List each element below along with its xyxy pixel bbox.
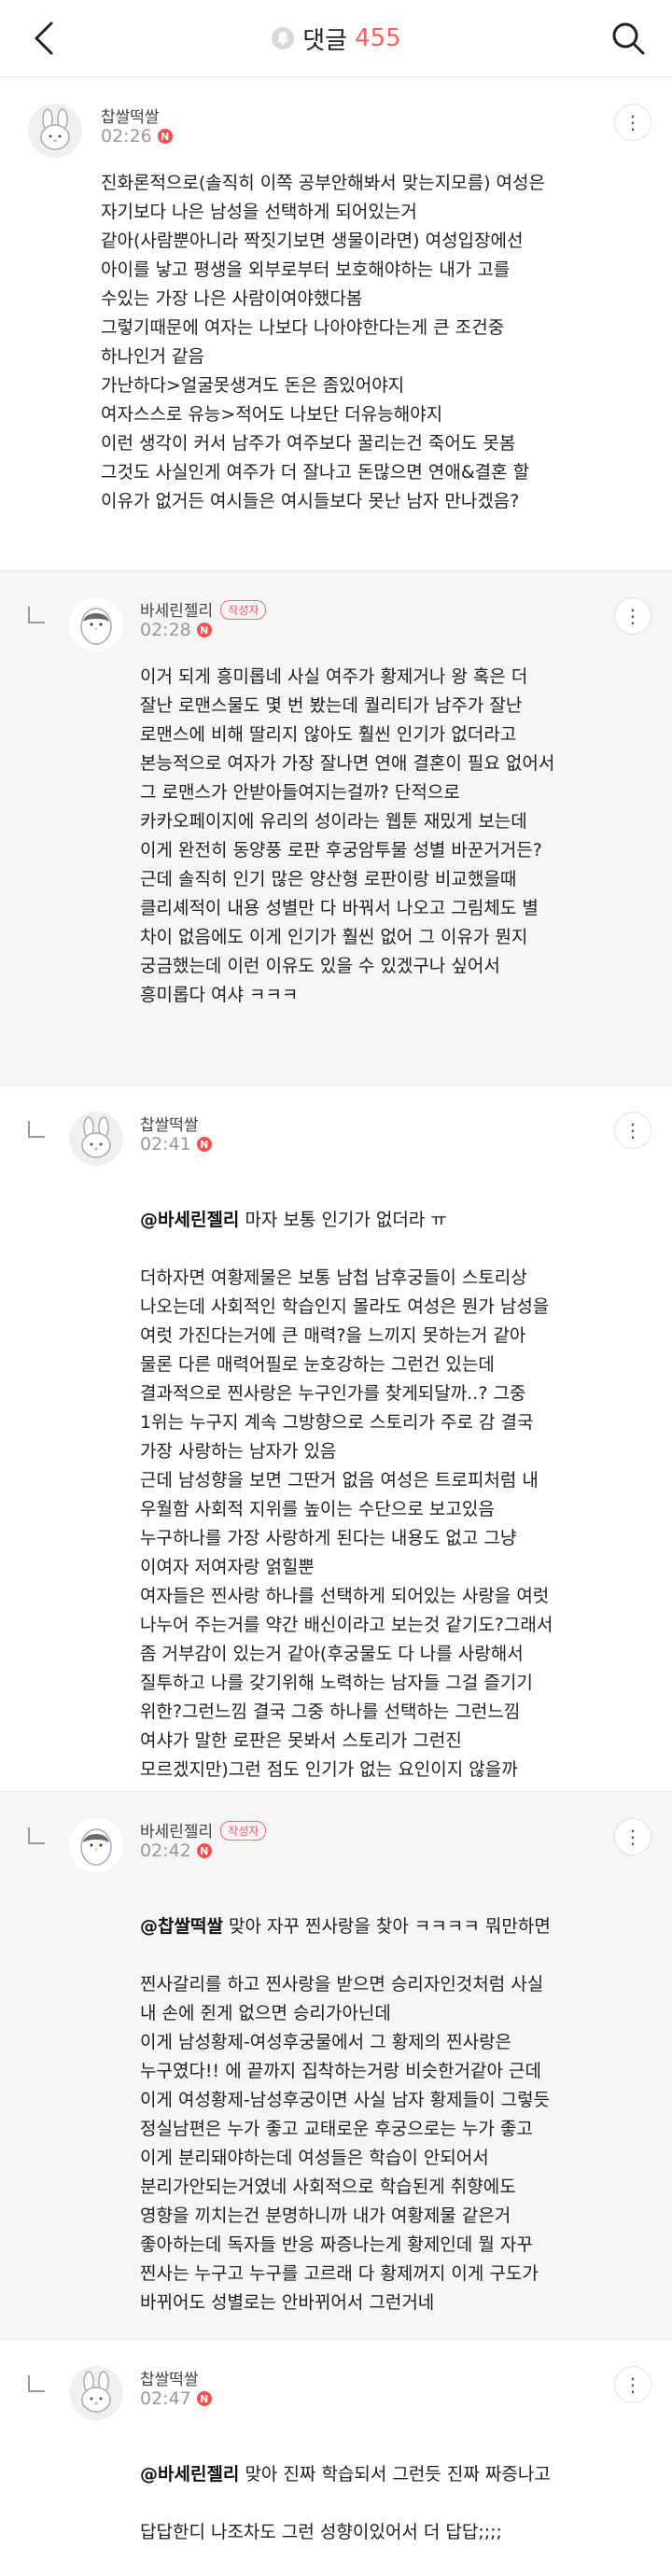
penguin-avatar-icon [80,608,112,645]
avatar[interactable] [69,1112,123,1166]
comment-time: 02:28 [140,620,191,640]
comment-item: 찹쌀떡쌀 02:26 N ⋮ 진화론적으로(솔직히 이쪽 공부안해봐서 맞는지모… [0,77,672,571]
avatar[interactable] [69,597,123,651]
comment-body: @바세린젤리 맞아 진짜 학습되서 그런듯 진짜 짜증나고 답답한디 나조차도 … [140,2431,635,2576]
comment-author[interactable]: 바세린젤리 작성자 [140,597,267,621]
comment-meta: 02:41 N [140,1134,212,1155]
comment-meta: 02:28 N [140,620,212,640]
new-badge: N [157,129,173,144]
page-title: 댓글 [302,26,348,55]
mention-link[interactable]: @바세린젤리 [140,2464,239,2485]
comment-author[interactable]: 바세린젤리 작성자 [140,1818,267,1841]
comment-first-line-text: 맞아 진짜 학습되서 그런듯 진짜 짜증나고 [239,2464,551,2485]
more-vertical-icon: ⋮ [623,2373,642,2396]
reply-arrow-icon [28,2375,45,2392]
bell-icon[interactable] [271,26,295,50]
comment-meta: 02:47 N [140,2388,212,2409]
comment-time: 02:26 [101,126,152,147]
mention-link[interactable]: @찹쌀떡쌀 [140,1916,223,1937]
comment-count: 455 [355,24,401,52]
reply-arrow-icon [28,1827,45,1844]
more-vertical-icon: ⋮ [623,1119,642,1141]
writer-tag: 작성자 [220,1821,267,1841]
comment-first-line: @바세린젤리 맞아 진짜 학습되서 그런듯 진짜 짜증나고 [140,2460,635,2489]
new-badge: N [196,623,212,637]
comment-first-line-text: 마자 보통 인기가 없더라 ㅠ [239,1210,447,1230]
author-name[interactable]: 바세린젤리 [140,1823,213,1841]
comment-item: 찹쌀떡쌀 02:47 N ⋮ @바세린젤리 맞아 진짜 학습되서 그런듯 진짜 … [0,2340,672,2542]
avatar[interactable] [69,2366,123,2420]
comment-meta: 02:26 N [101,126,173,147]
avatar[interactable] [28,104,82,158]
comment-author[interactable]: 찹쌀떡쌀 [140,2366,199,2389]
avatar[interactable] [69,1818,123,1872]
comment-body-text: 답답한디 나조차도 그런 성향이있어서 더 답답;;;; [140,2522,502,2542]
comment-time: 02:41 [140,1134,191,1155]
top-bar: 댓글 455 [0,0,672,77]
comment-author[interactable]: 찹쌀떡쌀 [101,104,160,127]
comment-body: @찹쌀떡쌀 맞아 자꾸 찐사랑을 찾아 ㅋㅋㅋㅋ 뭐만하면 찐사갈리를 하고 찐… [140,1883,635,2346]
more-vertical-icon: ⋮ [623,605,642,627]
reply-arrow-icon [28,1121,45,1138]
reply-arrow-icon [28,607,45,623]
reply-item: 바세린젤리 작성자 02:42 N ⋮ @찹쌀떡쌀 맞아 자꾸 찐사랑을 찾아 ㅋ… [0,1792,672,2340]
author-name[interactable]: 바세린젤리 [140,602,213,621]
comment-time: 02:42 [140,1841,191,1861]
bunny-avatar-icon [81,1116,111,1158]
comment-meta: 02:42 N [140,1841,212,1861]
new-badge: N [196,1137,212,1152]
search-button[interactable] [605,15,651,62]
comment-author[interactable]: 찹쌀떡쌀 [140,1112,199,1135]
more-options-button[interactable]: ⋮ [614,2366,651,2403]
comment-item: 찹쌀떡쌀 02:41 N ⋮ @바세린젤리 마자 보통 인기가 없더라 ㅠ 더하… [0,1085,672,1792]
comment-body: 진화론적으로(솔직히 이쪽 공부안해봐서 맞는지모름) 여성은 자기보다 나은 … [101,173,545,511]
comment-body: 이거 되게 흥미롭네 사실 여주가 황제거나 왕 혹은 더 잘난 로맨스물도 몇… [140,666,555,1005]
writer-tag: 작성자 [220,600,267,620]
comment-body-text: 찐사갈리를 하고 찐사랑을 받으면 승리자인것처럼 사실 내 손에 쥔게 없으면… [140,1974,551,2313]
penguin-avatar-icon [80,1828,112,1866]
bunny-avatar-icon [40,108,70,150]
new-badge: N [196,2391,212,2406]
more-options-button[interactable]: ⋮ [614,597,651,635]
mention-link[interactable]: @바세린젤리 [140,1210,239,1230]
more-options-button[interactable]: ⋮ [614,1818,651,1855]
page-title-group: 댓글 455 [0,0,672,77]
comment-first-line: @찹쌀떡쌀 맞아 자꾸 찐사랑을 찾아 ㅋㅋㅋㅋ 뭐만하면 [140,1912,635,1941]
bunny-avatar-icon [81,2371,111,2413]
more-options-button[interactable]: ⋮ [614,104,651,141]
more-vertical-icon: ⋮ [623,111,642,133]
search-icon [612,22,645,55]
comment-body: @바세린젤리 마자 보통 인기가 없더라 ㅠ 더하자면 여황제물은 보통 남첩 … [140,1177,635,1813]
new-badge: N [196,1843,212,1858]
comment-body-text: 더하자면 여황제물은 보통 남첩 남후궁들이 스토리상 나오는데 사회적인 학습… [140,1267,553,1780]
comment-first-line-text: 맞아 자꾸 찐사랑을 찾아 ㅋㅋㅋㅋ 뭐만하면 [222,1916,551,1937]
reply-item: 바세린젤리 작성자 02:28 N ⋮ 이거 되게 흥미롭네 사실 여주가 황제거… [0,571,672,1085]
comment-first-line: @바세린젤리 마자 보통 인기가 없더라 ㅠ [140,1206,635,1235]
more-vertical-icon: ⋮ [623,1826,642,1848]
more-options-button[interactable]: ⋮ [614,1112,651,1149]
comment-time: 02:47 [140,2388,191,2409]
